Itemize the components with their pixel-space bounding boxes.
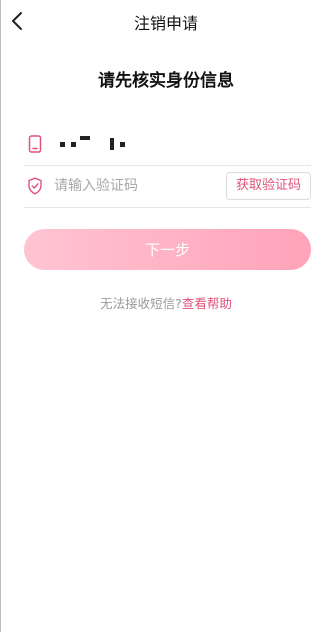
cancellation-page: 注销申请 请先核实身份信息 获取验证码 下一步 无法接收短信?查看帮助 [0, 0, 332, 632]
phone-icon [26, 134, 44, 154]
page-title: 注销申请 [133, 14, 198, 33]
verification-row: 获取验证码 [24, 166, 311, 208]
phone-number-masked [60, 134, 125, 154]
next-step-button[interactable]: 下一步 [24, 229, 311, 270]
section-heading: 请先核实身份信息 [98, 71, 234, 91]
verification-code-input[interactable] [54, 174, 214, 198]
get-code-button[interactable]: 获取验证码 [225, 172, 311, 200]
shield-icon [26, 176, 44, 196]
help-line: 无法接收短信?查看帮助 [0, 293, 332, 312]
help-text: 无法接收短信? [100, 296, 182, 311]
help-link[interactable]: 查看帮助 [182, 296, 232, 311]
nav-bar: 注销申请 [0, 0, 332, 44]
phone-row [24, 124, 311, 166]
